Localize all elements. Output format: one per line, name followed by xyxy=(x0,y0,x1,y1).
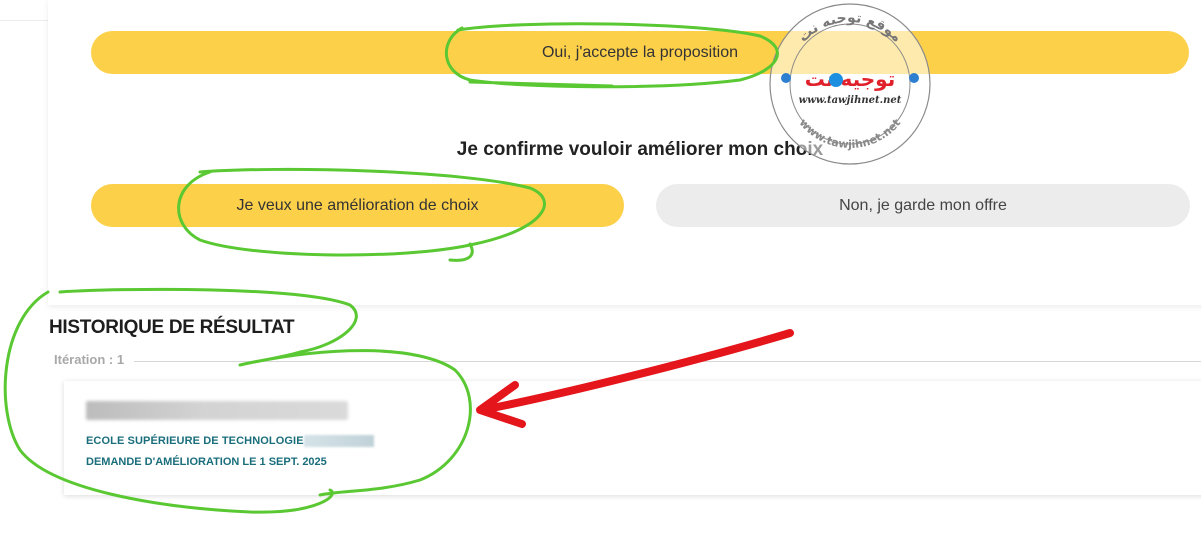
iteration-row: Itération : 1 xyxy=(54,352,1201,372)
result-card[interactable]: ECOLE SUPÉRIEURE DE TECHNOLOGIE DEMANDE … xyxy=(64,381,1201,495)
confirm-heading: Je confirme vouloir améliorer mon choix xyxy=(0,139,1201,161)
accept-proposal-button[interactable]: Oui, j'accepte la proposition xyxy=(91,31,1189,74)
confirm-heading-text: Je confirme vouloir améliorer mon choix xyxy=(456,139,824,160)
school-name: ECOLE SUPÉRIEURE DE TECHNOLOGIE xyxy=(86,435,304,447)
improvement-request-date: DEMANDE D'AMÉLIORATION LE 1 SEPT. 2025 xyxy=(86,456,327,468)
history-title: HISTORIQUE DE RÉSULTAT xyxy=(49,317,295,338)
iteration-label: Itération : 1 xyxy=(54,352,135,367)
keep-offer-button[interactable]: Non, je garde mon offre xyxy=(656,184,1190,227)
blurred-name xyxy=(86,401,348,420)
iteration-divider xyxy=(54,361,1201,362)
blurred-school-suffix xyxy=(304,435,374,447)
request-improvement-button[interactable]: Je veux une amélioration de choix xyxy=(91,184,624,227)
